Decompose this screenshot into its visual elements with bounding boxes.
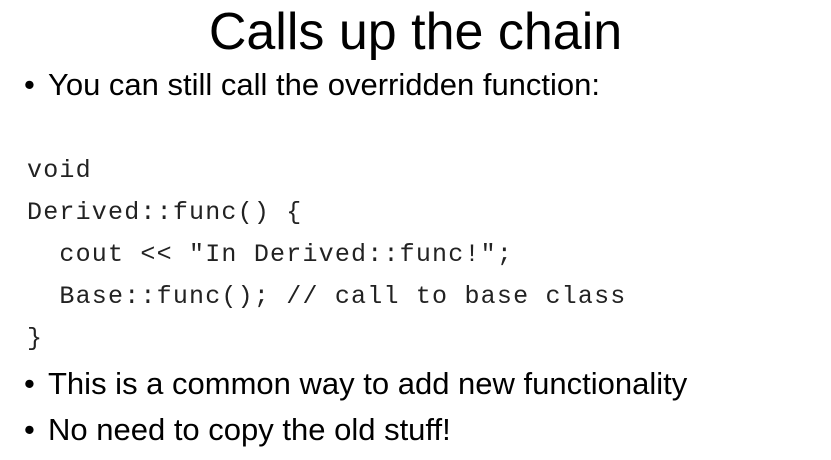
code-line: Base::func(); // call to base class	[27, 282, 627, 311]
bullet-item: • No need to copy the old stuff!	[24, 411, 451, 449]
bullet-dot: •	[24, 412, 35, 447]
slide: Calls up the chain • You can still call t…	[0, 0, 831, 460]
bullet-text: You can still call the overridden functi…	[48, 67, 601, 102]
bullet-dot: •	[24, 366, 35, 401]
code-line: cout << "In Derived::func!";	[27, 240, 514, 269]
code-line: }	[27, 324, 44, 353]
bullet-text: This is a common way to add new function…	[48, 366, 688, 401]
bullet-dot: •	[24, 67, 35, 102]
bullet-item: • This is a common way to add new functio…	[24, 365, 687, 403]
bullet-text: No need to copy the old stuff!	[48, 412, 451, 447]
code-line: Derived::func() {	[27, 198, 303, 227]
slide-title: Calls up the chain	[208, 3, 623, 61]
code-block: voidDerived::func() { cout << "In Derive…	[27, 150, 627, 360]
code-line: void	[27, 156, 92, 185]
bullet-item: • You can still call the overridden funct…	[24, 66, 600, 104]
